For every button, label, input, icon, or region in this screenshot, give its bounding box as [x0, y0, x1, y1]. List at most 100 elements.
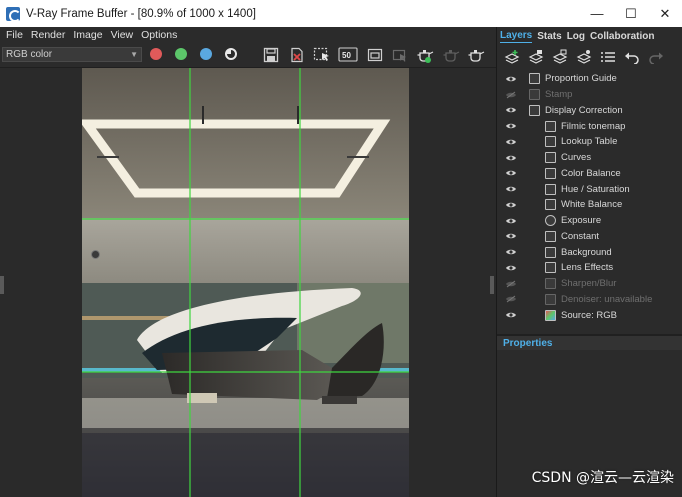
layer-label: Proportion Guide [545, 73, 617, 85]
layer-display-correction[interactable]: Display Correction [497, 103, 682, 119]
render-scene [82, 68, 409, 497]
list-icon[interactable] [597, 47, 619, 67]
stop-render-icon[interactable] [440, 45, 462, 65]
light-hanger [97, 156, 119, 158]
layer-hue-saturation[interactable]: Hue / Saturation [497, 181, 682, 197]
display-correction-icon [529, 104, 540, 116]
history-label: 50 [342, 51, 351, 60]
vehicle-stand [322, 396, 357, 404]
display-platform [82, 398, 409, 428]
layer-lookup-table[interactable]: Lookup Table [497, 134, 682, 150]
compare-icon[interactable] [364, 45, 386, 65]
layer-lens-effects[interactable]: Lens Effects [497, 260, 682, 276]
layer-exposure[interactable]: Exposure [497, 213, 682, 229]
layer-label: Curves [561, 152, 592, 164]
eye-icon[interactable] [505, 184, 517, 194]
eye-off-icon[interactable] [505, 279, 517, 289]
properties-header[interactable]: Properties [497, 334, 682, 350]
cursor-track-icon[interactable] [389, 45, 411, 65]
eye-off-icon[interactable] [505, 294, 517, 304]
layer-label: Background [561, 246, 612, 258]
tab-layers[interactable]: Layers [500, 30, 533, 43]
render-teapot-icon[interactable] [414, 45, 436, 65]
eye-icon[interactable] [505, 310, 517, 320]
layer-curves[interactable]: Curves [497, 150, 682, 166]
redo-icon[interactable] [645, 47, 667, 67]
eye-icon[interactable] [505, 231, 517, 241]
layer-label: Filmic tonemap [561, 120, 626, 132]
layer-label: Lens Effects [561, 262, 614, 274]
tab-collaboration[interactable]: Collaboration [590, 31, 654, 43]
save-image-icon[interactable] [260, 45, 282, 65]
channel-select-value: RGB color [6, 49, 53, 60]
layer-color-balance[interactable]: Color Balance [497, 166, 682, 182]
lut-icon [545, 136, 556, 148]
right-panel-handle[interactable] [490, 276, 494, 294]
alpha-channel-toggle[interactable] [225, 48, 237, 60]
left-panel-handle[interactable] [0, 276, 4, 294]
window-title: V-Ray Frame Buffer - [80.9% of 1000 x 14… [26, 7, 256, 20]
layer-presets-icon[interactable] [573, 47, 595, 67]
layer-stamp[interactable]: Stamp [497, 87, 682, 103]
menu-render[interactable]: Render [31, 29, 65, 41]
layer-source-rgb[interactable]: Source: RGB [497, 307, 682, 323]
eye-off-icon[interactable] [505, 90, 517, 100]
eye-icon[interactable] [505, 74, 517, 84]
eye-icon[interactable] [505, 200, 517, 210]
maximize-button[interactable]: ☐ [614, 0, 648, 27]
light-hanger [347, 156, 369, 158]
layers-tree: Proportion Guide Stamp Display Correctio… [497, 71, 682, 323]
tab-stats[interactable]: Stats [537, 31, 561, 43]
eye-icon[interactable] [505, 216, 517, 226]
red-channel-toggle[interactable] [150, 48, 162, 60]
eye-icon[interactable] [505, 168, 517, 178]
interactive-render-icon[interactable] [465, 45, 487, 65]
layer-white-balance[interactable]: White Balance [497, 197, 682, 213]
filmic-tonemap-icon [545, 120, 556, 132]
undo-icon[interactable] [621, 47, 643, 67]
close-button[interactable]: ✕ [648, 0, 682, 27]
floor-reflection [82, 433, 409, 497]
menu-options[interactable]: Options [141, 29, 177, 41]
properties-label: Properties [503, 338, 553, 349]
pan-handle-icon[interactable] [91, 250, 100, 259]
watermark-text: CSDN @渲云—云渲染 [531, 470, 674, 486]
load-layers-icon[interactable] [549, 47, 571, 67]
layer-label: Display Correction [545, 104, 623, 116]
region-render-icon[interactable] [311, 45, 333, 65]
minimize-button[interactable]: — [580, 0, 614, 27]
eye-icon[interactable] [505, 137, 517, 147]
channel-select[interactable]: RGB color ▼ [2, 47, 142, 62]
curves-icon [545, 152, 556, 164]
menu-file[interactable]: File [6, 29, 23, 41]
layer-sharpen-blur[interactable]: Sharpen/Blur [497, 276, 682, 292]
history-50-icon[interactable]: 50 [337, 45, 359, 65]
menu-image[interactable]: Image [73, 29, 102, 41]
title-bar: V-Ray Frame Buffer - [80.9% of 1000 x 14… [0, 0, 682, 27]
eye-icon[interactable] [505, 121, 517, 131]
eye-icon[interactable] [505, 263, 517, 273]
layer-label: Denoiser: unavailable [561, 293, 653, 305]
eye-icon[interactable] [505, 247, 517, 257]
eye-icon[interactable] [505, 153, 517, 163]
menu-view[interactable]: View [111, 29, 134, 41]
layer-background[interactable]: Background [497, 244, 682, 260]
stamp-icon [529, 89, 540, 101]
green-channel-toggle[interactable] [175, 48, 187, 60]
layer-proportion-guide[interactable]: Proportion Guide [497, 71, 682, 87]
layer-label: Constant [561, 230, 600, 242]
layer-denoiser[interactable]: Denoiser: unavailable [497, 292, 682, 308]
add-layer-icon[interactable] [501, 47, 523, 67]
source-rgb-icon [545, 309, 556, 321]
color-balance-icon [545, 167, 556, 179]
blue-channel-toggle[interactable] [200, 48, 212, 60]
layer-constant[interactable]: Constant [497, 229, 682, 245]
vray-app-icon [6, 6, 21, 22]
layer-filmic-tonemap[interactable]: Filmic tonemap [497, 118, 682, 134]
background-icon [545, 246, 556, 258]
rendered-image [82, 68, 409, 497]
save-layers-icon[interactable] [525, 47, 547, 67]
eye-icon[interactable] [505, 105, 517, 115]
tab-log[interactable]: Log [567, 31, 585, 43]
clear-image-icon[interactable] [286, 45, 308, 65]
